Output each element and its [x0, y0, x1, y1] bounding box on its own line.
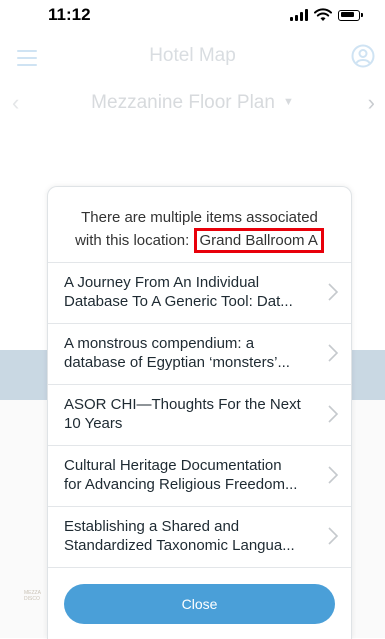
item-title-line2: 10 Years: [64, 415, 123, 432]
modal-message: There are multiple items associated with…: [48, 187, 351, 263]
message-line2-row: with this location: Grand Ballroom A: [48, 228, 351, 253]
app-header: Hotel Map: [0, 36, 385, 78]
modal-footer: Close: [48, 568, 351, 639]
floor-dropdown[interactable]: Mezzanine Floor Plan ▼: [0, 92, 385, 114]
item-title-line1: A Journey From An Individual: [64, 274, 260, 291]
close-button[interactable]: Close: [64, 584, 335, 624]
floor-title: Mezzanine Floor Plan: [91, 92, 275, 113]
floor-selector: ‹ Mezzanine Floor Plan ▼ ›: [0, 84, 385, 124]
location-name: Grand Ballroom A: [193, 228, 324, 253]
chevron-right-icon: [328, 344, 339, 362]
list-item[interactable]: Establishing a Shared and Standardized T…: [48, 507, 351, 568]
account-icon[interactable]: [351, 44, 375, 68]
item-title-line2: database of Egyptian ‘monsters’...: [64, 354, 290, 371]
list-item[interactable]: Cultural Heritage Documentation for Adva…: [48, 446, 351, 507]
list-item[interactable]: A monstrous compendium: a database of Eg…: [48, 324, 351, 385]
item-title-line1: A monstrous compendium: a: [64, 335, 255, 352]
chevron-right-icon: [328, 405, 339, 423]
item-title-line2: Database To A Generic Tool: Dat...: [64, 293, 293, 310]
chevron-right-icon: [328, 527, 339, 545]
location-items-modal: There are multiple items associated with…: [47, 186, 352, 639]
page-title: Hotel Map: [149, 45, 236, 66]
list-item[interactable]: A Journey From An Individual Database To…: [48, 263, 351, 324]
list-item[interactable]: ASOR CHI—Thoughts For the Next 10 Years: [48, 385, 351, 446]
chevron-right-icon: [328, 466, 339, 484]
item-title-line2: for Advancing Religious Freedom...: [64, 476, 298, 493]
map-label: DISCO: [24, 596, 40, 602]
message-line2: with this location:: [75, 232, 190, 249]
message-line1: There are multiple items associated: [81, 209, 318, 226]
chevron-right-icon[interactable]: ›: [368, 90, 375, 116]
caret-down-icon: ▼: [282, 96, 294, 108]
item-title-line1: ASOR CHI—Thoughts For the Next: [64, 396, 301, 413]
map-faint-labels: MEZZA DISCO: [24, 590, 41, 602]
chevron-right-icon: [328, 283, 339, 301]
item-title-line1: Establishing a Shared and: [64, 518, 240, 535]
item-title-line1: Cultural Heritage Documentation: [64, 457, 282, 474]
item-title-line2: Standardized Taxonomic Langua...: [64, 537, 295, 554]
